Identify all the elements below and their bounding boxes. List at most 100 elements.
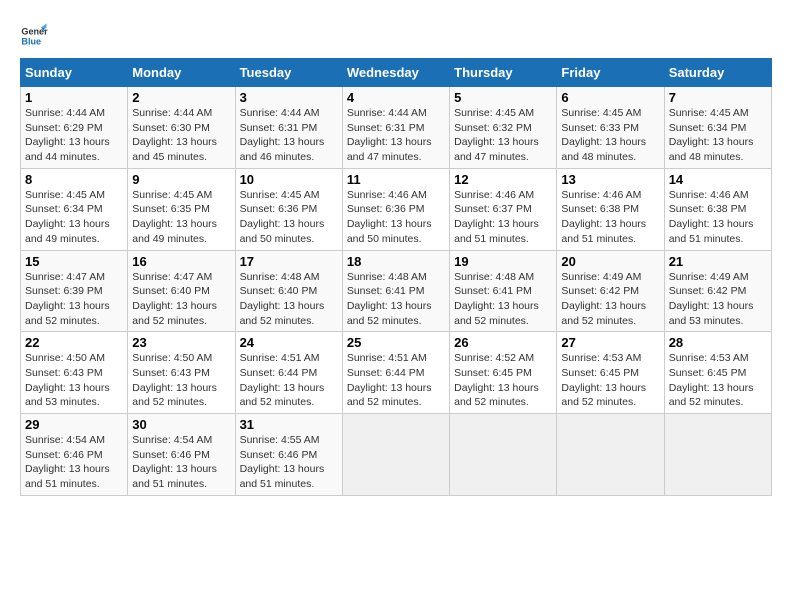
- day-number: 18: [347, 254, 445, 269]
- calendar-cell: 4Sunrise: 4:44 AM Sunset: 6:31 PM Daylig…: [342, 87, 449, 169]
- calendar-cell: 6Sunrise: 4:45 AM Sunset: 6:33 PM Daylig…: [557, 87, 664, 169]
- calendar-cell: 3Sunrise: 4:44 AM Sunset: 6:31 PM Daylig…: [235, 87, 342, 169]
- day-number: 28: [669, 335, 767, 350]
- calendar-cell: 26Sunrise: 4:52 AM Sunset: 6:45 PM Dayli…: [450, 332, 557, 414]
- day-info: Sunrise: 4:46 AM Sunset: 6:37 PM Dayligh…: [454, 188, 552, 247]
- day-info: Sunrise: 4:53 AM Sunset: 6:45 PM Dayligh…: [669, 351, 767, 410]
- calendar-cell: 12Sunrise: 4:46 AM Sunset: 6:37 PM Dayli…: [450, 168, 557, 250]
- day-number: 19: [454, 254, 552, 269]
- day-number: 15: [25, 254, 123, 269]
- calendar-table: SundayMondayTuesdayWednesdayThursdayFrid…: [20, 58, 772, 496]
- weekday-header: Monday: [128, 59, 235, 87]
- day-info: Sunrise: 4:46 AM Sunset: 6:38 PM Dayligh…: [669, 188, 767, 247]
- day-number: 20: [561, 254, 659, 269]
- day-number: 1: [25, 90, 123, 105]
- calendar-cell: 19Sunrise: 4:48 AM Sunset: 6:41 PM Dayli…: [450, 250, 557, 332]
- day-number: 8: [25, 172, 123, 187]
- day-number: 26: [454, 335, 552, 350]
- day-info: Sunrise: 4:49 AM Sunset: 6:42 PM Dayligh…: [561, 270, 659, 329]
- day-number: 10: [240, 172, 338, 187]
- calendar-week-row: 29Sunrise: 4:54 AM Sunset: 6:46 PM Dayli…: [21, 414, 772, 496]
- calendar-cell: 1Sunrise: 4:44 AM Sunset: 6:29 PM Daylig…: [21, 87, 128, 169]
- svg-text:Blue: Blue: [21, 36, 41, 46]
- weekday-header: Tuesday: [235, 59, 342, 87]
- day-info: Sunrise: 4:50 AM Sunset: 6:43 PM Dayligh…: [25, 351, 123, 410]
- calendar-cell: 10Sunrise: 4:45 AM Sunset: 6:36 PM Dayli…: [235, 168, 342, 250]
- calendar-cell: 7Sunrise: 4:45 AM Sunset: 6:34 PM Daylig…: [664, 87, 771, 169]
- calendar-cell: 22Sunrise: 4:50 AM Sunset: 6:43 PM Dayli…: [21, 332, 128, 414]
- day-info: Sunrise: 4:50 AM Sunset: 6:43 PM Dayligh…: [132, 351, 230, 410]
- day-info: Sunrise: 4:44 AM Sunset: 6:31 PM Dayligh…: [240, 106, 338, 165]
- day-info: Sunrise: 4:49 AM Sunset: 6:42 PM Dayligh…: [669, 270, 767, 329]
- day-number: 2: [132, 90, 230, 105]
- calendar-cell: 17Sunrise: 4:48 AM Sunset: 6:40 PM Dayli…: [235, 250, 342, 332]
- calendar-cell: 2Sunrise: 4:44 AM Sunset: 6:30 PM Daylig…: [128, 87, 235, 169]
- calendar-cell: [342, 414, 449, 496]
- day-info: Sunrise: 4:51 AM Sunset: 6:44 PM Dayligh…: [240, 351, 338, 410]
- calendar-week-row: 1Sunrise: 4:44 AM Sunset: 6:29 PM Daylig…: [21, 87, 772, 169]
- calendar-cell: 27Sunrise: 4:53 AM Sunset: 6:45 PM Dayli…: [557, 332, 664, 414]
- weekday-header: Sunday: [21, 59, 128, 87]
- day-info: Sunrise: 4:44 AM Sunset: 6:31 PM Dayligh…: [347, 106, 445, 165]
- day-info: Sunrise: 4:48 AM Sunset: 6:41 PM Dayligh…: [347, 270, 445, 329]
- day-number: 11: [347, 172, 445, 187]
- day-number: 23: [132, 335, 230, 350]
- day-info: Sunrise: 4:52 AM Sunset: 6:45 PM Dayligh…: [454, 351, 552, 410]
- day-number: 25: [347, 335, 445, 350]
- day-info: Sunrise: 4:48 AM Sunset: 6:40 PM Dayligh…: [240, 270, 338, 329]
- day-info: Sunrise: 4:53 AM Sunset: 6:45 PM Dayligh…: [561, 351, 659, 410]
- weekday-header: Thursday: [450, 59, 557, 87]
- logo-icon: General Blue: [20, 22, 48, 50]
- day-number: 30: [132, 417, 230, 432]
- calendar-cell: [664, 414, 771, 496]
- calendar-cell: [450, 414, 557, 496]
- calendar-cell: 24Sunrise: 4:51 AM Sunset: 6:44 PM Dayli…: [235, 332, 342, 414]
- calendar-cell: 21Sunrise: 4:49 AM Sunset: 6:42 PM Dayli…: [664, 250, 771, 332]
- calendar-cell: 29Sunrise: 4:54 AM Sunset: 6:46 PM Dayli…: [21, 414, 128, 496]
- day-number: 16: [132, 254, 230, 269]
- calendar-cell: 18Sunrise: 4:48 AM Sunset: 6:41 PM Dayli…: [342, 250, 449, 332]
- calendar-cell: 9Sunrise: 4:45 AM Sunset: 6:35 PM Daylig…: [128, 168, 235, 250]
- calendar-cell: 28Sunrise: 4:53 AM Sunset: 6:45 PM Dayli…: [664, 332, 771, 414]
- calendar-cell: [557, 414, 664, 496]
- day-info: Sunrise: 4:46 AM Sunset: 6:36 PM Dayligh…: [347, 188, 445, 247]
- day-info: Sunrise: 4:45 AM Sunset: 6:34 PM Dayligh…: [25, 188, 123, 247]
- day-info: Sunrise: 4:44 AM Sunset: 6:29 PM Dayligh…: [25, 106, 123, 165]
- day-number: 22: [25, 335, 123, 350]
- weekday-header: Wednesday: [342, 59, 449, 87]
- weekday-header: Saturday: [664, 59, 771, 87]
- day-number: 27: [561, 335, 659, 350]
- calendar-cell: 20Sunrise: 4:49 AM Sunset: 6:42 PM Dayli…: [557, 250, 664, 332]
- calendar-week-row: 8Sunrise: 4:45 AM Sunset: 6:34 PM Daylig…: [21, 168, 772, 250]
- day-number: 3: [240, 90, 338, 105]
- day-info: Sunrise: 4:45 AM Sunset: 6:33 PM Dayligh…: [561, 106, 659, 165]
- calendar-cell: 25Sunrise: 4:51 AM Sunset: 6:44 PM Dayli…: [342, 332, 449, 414]
- day-number: 13: [561, 172, 659, 187]
- calendar-cell: 15Sunrise: 4:47 AM Sunset: 6:39 PM Dayli…: [21, 250, 128, 332]
- day-number: 24: [240, 335, 338, 350]
- logo: General Blue: [20, 22, 50, 50]
- calendar-cell: 13Sunrise: 4:46 AM Sunset: 6:38 PM Dayli…: [557, 168, 664, 250]
- day-info: Sunrise: 4:51 AM Sunset: 6:44 PM Dayligh…: [347, 351, 445, 410]
- day-info: Sunrise: 4:45 AM Sunset: 6:36 PM Dayligh…: [240, 188, 338, 247]
- day-number: 7: [669, 90, 767, 105]
- day-number: 6: [561, 90, 659, 105]
- day-info: Sunrise: 4:45 AM Sunset: 6:32 PM Dayligh…: [454, 106, 552, 165]
- day-number: 14: [669, 172, 767, 187]
- calendar-header-row: SundayMondayTuesdayWednesdayThursdayFrid…: [21, 59, 772, 87]
- day-number: 31: [240, 417, 338, 432]
- day-number: 9: [132, 172, 230, 187]
- day-info: Sunrise: 4:55 AM Sunset: 6:46 PM Dayligh…: [240, 433, 338, 492]
- main-container: General Blue SundayMondayTuesdayWednesda…: [0, 0, 792, 506]
- calendar-cell: 11Sunrise: 4:46 AM Sunset: 6:36 PM Dayli…: [342, 168, 449, 250]
- day-number: 12: [454, 172, 552, 187]
- header: General Blue: [20, 18, 772, 50]
- day-number: 4: [347, 90, 445, 105]
- calendar-cell: 14Sunrise: 4:46 AM Sunset: 6:38 PM Dayli…: [664, 168, 771, 250]
- day-number: 29: [25, 417, 123, 432]
- calendar-cell: 31Sunrise: 4:55 AM Sunset: 6:46 PM Dayli…: [235, 414, 342, 496]
- calendar-week-row: 15Sunrise: 4:47 AM Sunset: 6:39 PM Dayli…: [21, 250, 772, 332]
- day-info: Sunrise: 4:46 AM Sunset: 6:38 PM Dayligh…: [561, 188, 659, 247]
- day-info: Sunrise: 4:47 AM Sunset: 6:40 PM Dayligh…: [132, 270, 230, 329]
- day-number: 17: [240, 254, 338, 269]
